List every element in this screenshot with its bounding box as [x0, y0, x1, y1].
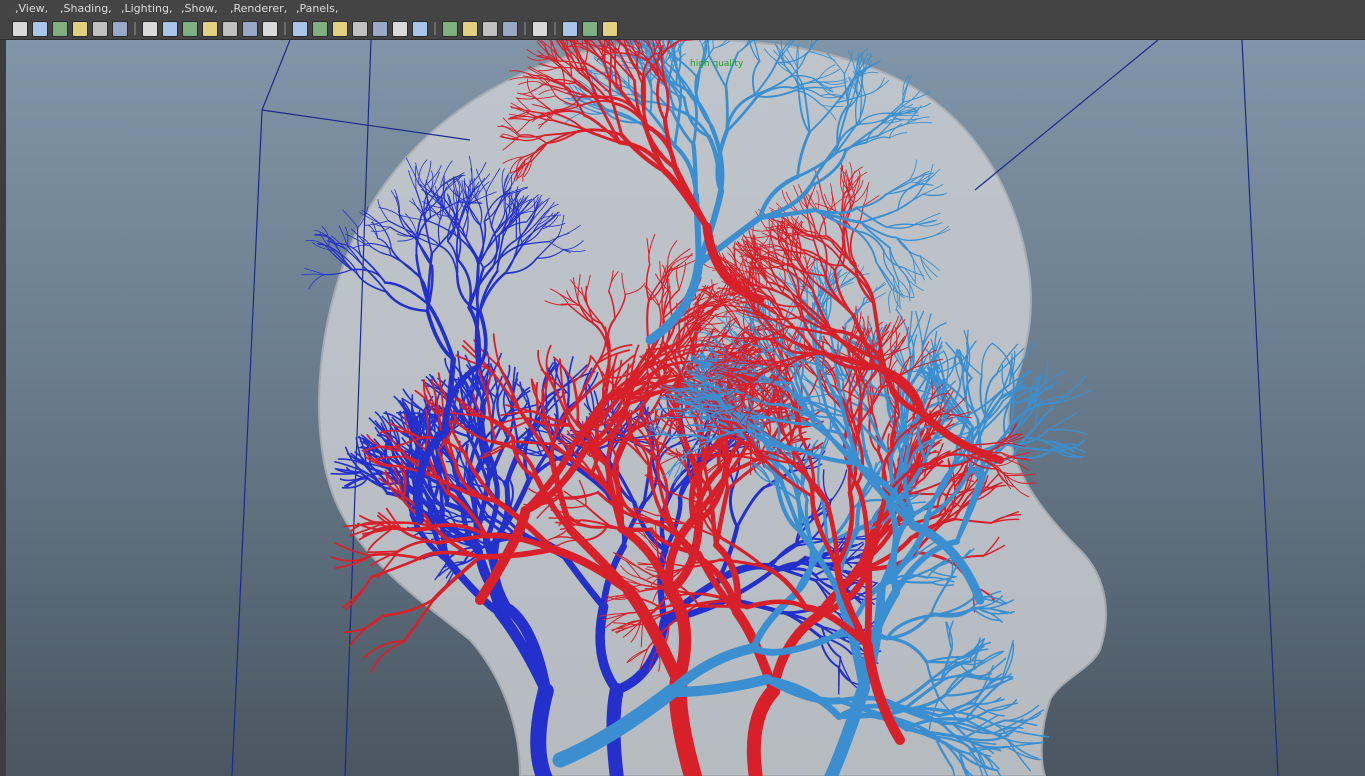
renderer-menu[interactable]: ,Renderer, [230, 2, 287, 15]
ambient-occlusion-icon[interactable] [412, 21, 428, 37]
wireframe-icon[interactable] [292, 21, 308, 37]
scene-canvas[interactable] [0, 40, 1365, 776]
share-icon[interactable] [602, 21, 618, 37]
film-gate-icon[interactable] [162, 21, 178, 37]
bookmark-icon[interactable] [52, 21, 68, 37]
depth-of-field-icon[interactable] [482, 21, 498, 37]
vein-branch [474, 308, 481, 368]
field-chart-icon[interactable] [222, 21, 238, 37]
view-menu[interactable]: ,View, [15, 2, 48, 15]
vein-branch [308, 274, 325, 290]
image-plane-icon[interactable] [72, 21, 88, 37]
grid-icon[interactable] [142, 21, 158, 37]
artery-branch [370, 640, 405, 673]
artery-branch [697, 604, 749, 609]
gate-mask-icon[interactable] [202, 21, 218, 37]
textured-icon[interactable] [352, 21, 368, 37]
smooth-shade-icon[interactable] [312, 21, 328, 37]
artery-branch [864, 555, 873, 649]
shadows-icon[interactable] [392, 21, 408, 37]
vein-branch [649, 80, 653, 114]
anti-aliasing-icon[interactable] [462, 21, 478, 37]
safe-action-icon[interactable] [242, 21, 258, 37]
toolbar-separator [434, 22, 436, 35]
vein-branch [326, 240, 347, 250]
artery-branch [366, 550, 400, 554]
vein-branch [1047, 412, 1077, 431]
show-menu[interactable]: ,Show, [181, 2, 218, 15]
lighting-menu[interactable]: ,Lighting, [121, 2, 172, 15]
vein-branch [418, 412, 421, 441]
isolate-select-icon[interactable] [532, 21, 548, 37]
artery-branch [642, 75, 646, 122]
maya-viewport-panel: ,View, ,Shading, ,Lighting, ,Show, ,Rend… [0, 0, 1365, 776]
resolution-gate-icon[interactable] [182, 21, 198, 37]
toolbar-separator [134, 22, 136, 35]
toolbar-separator [284, 22, 286, 35]
artery-branch [749, 440, 752, 476]
2d-pan-zoom-icon[interactable] [92, 21, 108, 37]
vein-branch [925, 660, 961, 664]
xray-joints-icon[interactable] [562, 21, 578, 37]
viewport-left-edge [0, 40, 6, 776]
artery-branch [402, 597, 436, 643]
panel-toolbar [0, 18, 1365, 40]
vein-branch [301, 273, 325, 276]
3d-viewport[interactable]: high quality [0, 40, 1365, 776]
vein-branch [1009, 402, 1056, 427]
camera-attributes-icon[interactable] [32, 21, 48, 37]
toolbar-separator [524, 22, 526, 35]
safe-title-icon[interactable] [262, 21, 278, 37]
toolbar-separator [554, 22, 556, 35]
vein-branch [304, 268, 325, 275]
view-label: high quality [690, 59, 744, 69]
panels-menu[interactable]: ,Panels, [296, 2, 338, 15]
use-default-light-icon[interactable] [372, 21, 388, 37]
panel-menubar: ,View, ,Shading, ,Lighting, ,Show, ,Rend… [0, 0, 1365, 18]
vein-branch [1047, 428, 1088, 435]
xray-components-icon[interactable] [582, 21, 598, 37]
grease-pencil-icon[interactable] [112, 21, 128, 37]
xray-icon[interactable] [502, 21, 518, 37]
vein-branch [342, 209, 358, 228]
shading-menu[interactable]: ,Shading, [60, 2, 112, 15]
wireframe-on-shaded-icon[interactable] [332, 21, 348, 37]
artery-branch [535, 381, 539, 412]
artery-branch [341, 576, 373, 609]
select-camera-icon[interactable] [12, 21, 28, 37]
motion-blur-icon[interactable] [442, 21, 458, 37]
